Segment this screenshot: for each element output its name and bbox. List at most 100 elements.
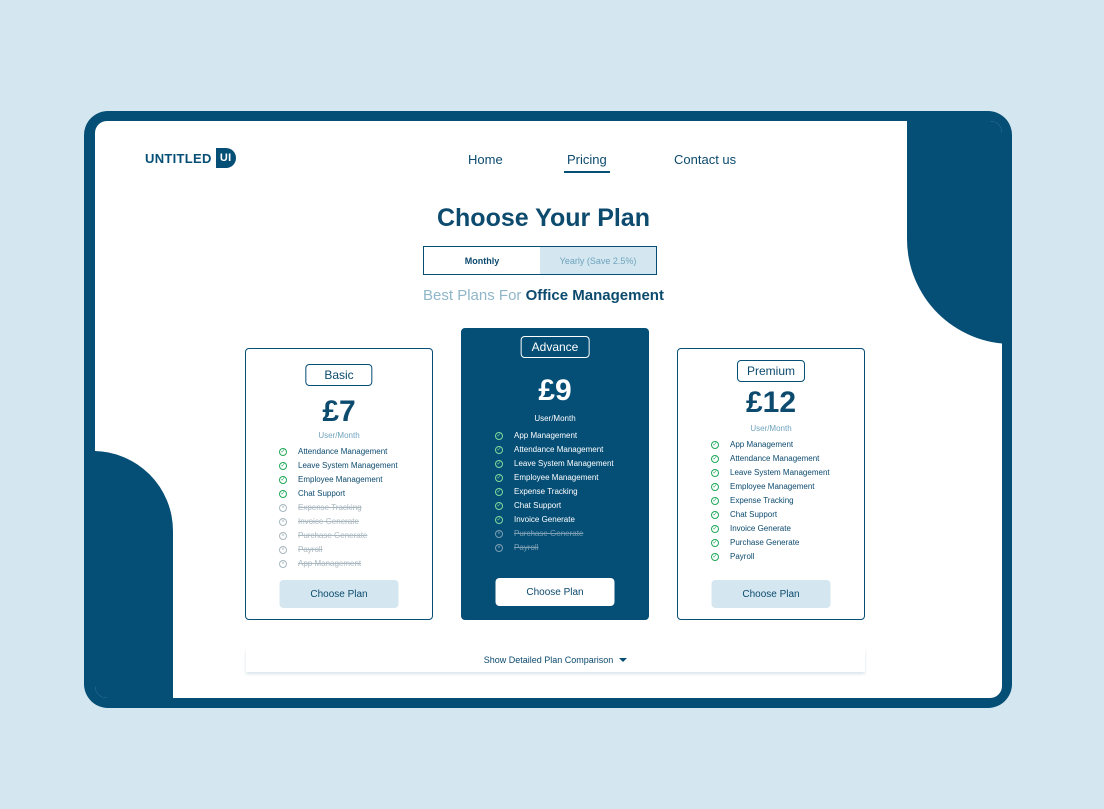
nav-pricing[interactable]: Pricing	[564, 152, 610, 173]
subtitle-emphasis: Office Management	[525, 287, 664, 304]
billing-yearly-tab[interactable]: Yearly (Save 2.5%)	[540, 247, 656, 274]
plan-price: £9	[538, 374, 572, 407]
feature-label: Chat Support	[730, 510, 778, 519]
x-circle-icon: ×	[279, 560, 287, 568]
check-circle-icon: ✓	[495, 432, 503, 440]
feature-item: × Invoice Generate	[279, 515, 398, 529]
plan-period: User/Month	[534, 414, 576, 423]
check-circle-icon: ✓	[495, 502, 503, 510]
check-circle-icon: ✓	[711, 455, 719, 463]
feature-item: ✓ Employee Management	[495, 471, 614, 485]
check-circle-icon: ✓	[495, 446, 503, 454]
billing-monthly-tab[interactable]: Monthly	[424, 247, 540, 274]
plan-comparison-toggle[interactable]: Show Detailed Plan Comparison	[246, 648, 865, 672]
page-title-text: Choose Your Plan	[436, 204, 650, 232]
feature-item: ✓ Employee Management	[711, 480, 830, 494]
brand-name: UNTITLED	[145, 150, 212, 166]
feature-item: × App Management	[279, 557, 398, 571]
check-circle-icon: ✓	[711, 511, 719, 519]
feature-label: Expense Tracking	[298, 503, 362, 512]
x-circle-icon: ×	[495, 544, 503, 552]
feature-label: Invoice Generate	[730, 524, 791, 533]
feature-label: Invoice Generate	[514, 515, 575, 524]
nav-contact[interactable]: Contact us	[674, 152, 736, 167]
feature-item: ✓ Expense Tracking	[711, 494, 830, 508]
check-circle-icon: ✓	[711, 539, 719, 547]
feature-list: ✓ App Management ✓ Attendance Management ✓ Le…	[495, 429, 614, 555]
subtitle-prefix: Best Plans For	[423, 287, 526, 304]
x-circle-icon: ×	[279, 518, 287, 526]
x-circle-icon: ×	[279, 532, 287, 540]
feature-item: ✓ App Management	[711, 438, 830, 452]
feature-item: ✓ Purchase Generate	[711, 536, 830, 550]
feature-item: ✓ Chat Support	[711, 508, 830, 522]
feature-label: Employee Management	[298, 475, 383, 484]
feature-label: Chat Support	[514, 501, 562, 510]
choose-plan-button[interactable]: Choose Plan	[495, 578, 615, 606]
feature-label: Leave System Management	[298, 461, 398, 470]
feature-item: × Purchase Generate	[279, 529, 398, 543]
brand-logo[interactable]: UNTITLED UI	[145, 148, 236, 168]
feature-label: Attendance Management	[730, 454, 820, 463]
check-circle-icon: ✓	[279, 490, 287, 498]
check-circle-icon: ✓	[279, 476, 287, 484]
feature-item: ✓ Leave System Management	[711, 466, 830, 480]
plan-card-premium: Premium £12 User/Month ✓ App Management ✓ A…	[677, 348, 865, 620]
feature-item: ✓ Attendance Management	[711, 452, 830, 466]
brand-mark: UI	[215, 148, 236, 168]
feature-label: Purchase Generate	[730, 538, 800, 547]
feature-label: Invoice Generate	[298, 517, 359, 526]
nav-home[interactable]: Home	[468, 152, 503, 167]
check-circle-icon: ✓	[495, 474, 503, 482]
plan-price: £12	[745, 386, 797, 419]
decor-blob-bottom-left	[95, 451, 173, 698]
feature-item: ✓ App Management	[495, 429, 614, 443]
feature-label: App Management	[514, 431, 578, 440]
check-circle-icon: ✓	[711, 469, 719, 477]
check-circle-icon: ✓	[495, 488, 503, 496]
plan-name-badge: Advance	[520, 336, 590, 358]
check-circle-icon: ✓	[279, 448, 287, 456]
feature-label: Employee Management	[730, 482, 815, 491]
feature-item: ✓ Leave System Management	[279, 459, 398, 473]
choose-plan-button[interactable]: Choose Plan	[711, 580, 831, 608]
plan-name-badge: Basic	[305, 364, 373, 386]
plan-comparison-label: Show Detailed Plan Comparison	[483, 655, 614, 665]
check-circle-icon: ✓	[711, 441, 719, 449]
feature-item: ✓ Invoice Generate	[711, 522, 830, 536]
feature-item: × Payroll	[495, 541, 614, 555]
feature-label: Expense Tracking	[730, 496, 794, 505]
feature-item: ✓ Attendance Management	[279, 445, 398, 459]
feature-item: ✓ Attendance Management	[495, 443, 614, 457]
feature-item: ✓ Employee Management	[279, 473, 398, 487]
check-circle-icon: ✓	[495, 460, 503, 468]
feature-label: Payroll	[730, 552, 755, 561]
feature-label: Payroll	[298, 545, 323, 554]
feature-label: Attendance Management	[298, 447, 388, 456]
plan-card-basic: Basic £7 User/Month ✓ Attendance Manageme…	[245, 348, 433, 620]
feature-label: App Management	[730, 440, 794, 449]
feature-label: Purchase Generate	[514, 529, 584, 538]
feature-label: Leave System Management	[514, 459, 614, 468]
feature-item: × Expense Tracking	[279, 501, 398, 515]
plan-period: User/Month	[750, 424, 792, 433]
check-circle-icon: ✓	[711, 525, 719, 533]
billing-toggle: Monthly Yearly (Save 2.5%)	[423, 246, 657, 275]
x-circle-icon: ×	[495, 530, 503, 538]
check-circle-icon: ✓	[711, 483, 719, 491]
plans-subtitle: Best Plans For Office Management	[95, 287, 1002, 304]
feature-label: Expense Tracking	[514, 487, 578, 496]
plan-card-advance: Advance £9 User/Month ✓ App Management ✓ At…	[461, 328, 649, 620]
feature-item: ✓ Chat Support	[279, 487, 398, 501]
pricing-page: UNTITLED UI Home Pricing Contact us Choo…	[95, 121, 1002, 698]
feature-list: ✓ Attendance Management ✓ Leave System Mana…	[279, 445, 398, 571]
feature-label: App Management	[298, 559, 362, 568]
feature-label: Employee Management	[514, 473, 599, 482]
check-circle-icon: ✓	[711, 553, 719, 561]
choose-plan-button[interactable]: Choose Plan	[279, 580, 399, 608]
x-circle-icon: ×	[279, 546, 287, 554]
feature-label: Chat Support	[298, 489, 346, 498]
feature-list: ✓ App Management ✓ Attendance Management ✓ Le…	[711, 438, 830, 564]
caret-down-icon	[619, 658, 628, 662]
check-circle-icon: ✓	[279, 462, 287, 470]
